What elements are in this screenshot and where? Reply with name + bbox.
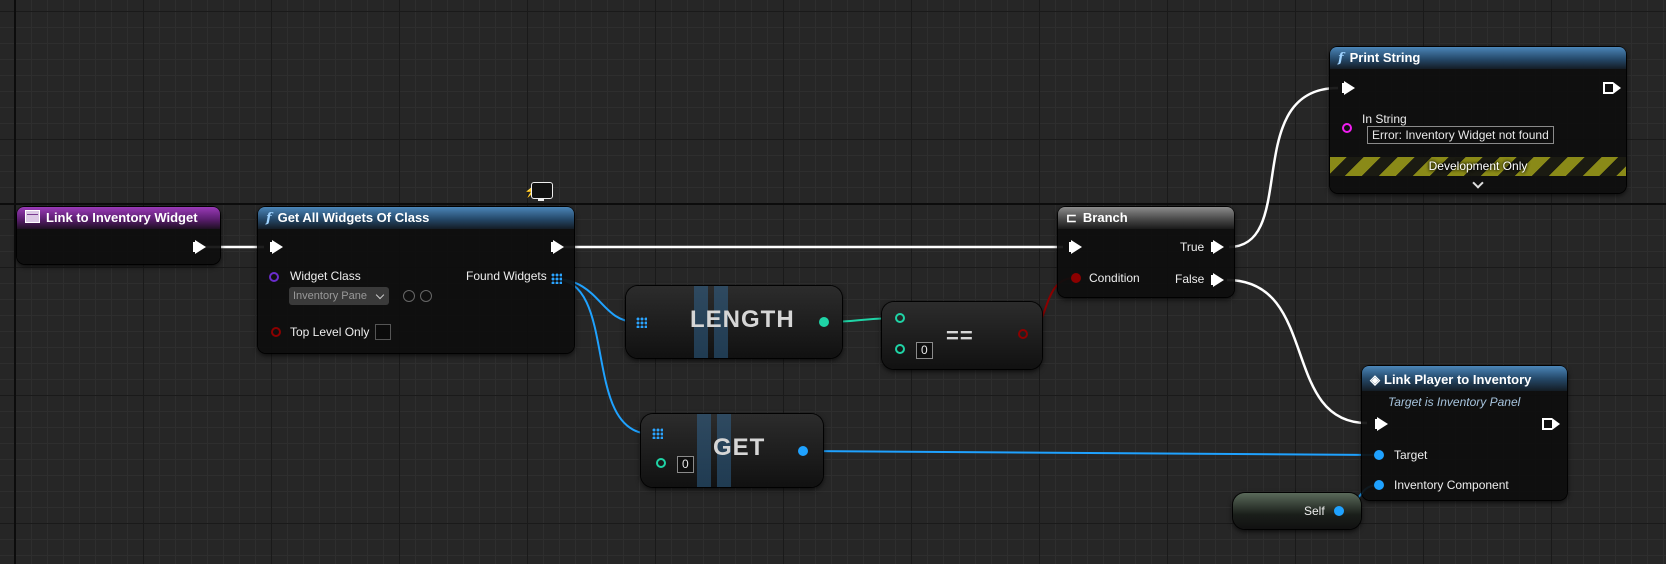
widget-class-dropdown[interactable]: Inventory Pane — [289, 287, 389, 305]
exec-wire-true-to-print — [1228, 86, 1339, 249]
get-title: GET — [713, 434, 766, 461]
function-node-subtitle: Target is Inventory Panel — [1388, 395, 1521, 409]
equals-b-pin[interactable] — [895, 344, 905, 354]
event-node-title: Link to Inventory Widget — [46, 210, 198, 225]
function-node-header: f Print String — [1330, 47, 1626, 69]
exec-out-pin[interactable] — [551, 240, 564, 254]
exec-wire-false-to-link — [1226, 278, 1368, 425]
condition-pin[interactable] — [1071, 273, 1081, 283]
condition-label: Condition — [1089, 271, 1140, 285]
branch-icon: ⊏ — [1066, 210, 1077, 225]
compact-node-length[interactable]: LENGTH — [626, 286, 842, 358]
equals-b-literal[interactable]: 0 — [916, 342, 933, 359]
widget-class-label: Widget Class — [290, 269, 361, 283]
equals-title: == — [946, 323, 974, 348]
target-pin[interactable] — [1374, 450, 1384, 460]
get-array-in-pin[interactable] — [652, 428, 663, 439]
function-node-header: f Get All Widgets Of Class — [258, 207, 574, 229]
self-node[interactable]: Self — [1233, 493, 1361, 529]
exec-out-pin[interactable] — [1542, 418, 1560, 430]
exec-in-pin[interactable] — [1375, 417, 1388, 431]
length-array-in-pin[interactable] — [636, 317, 647, 328]
found-widgets-array-pin[interactable] — [551, 273, 562, 284]
get-object-out-pin[interactable] — [798, 446, 808, 456]
true-exec-out-pin[interactable] — [1211, 240, 1224, 254]
exec-in-pin[interactable] — [270, 240, 283, 254]
top-level-only-label: Top Level Only — [290, 325, 370, 339]
function-node-title: Print String — [1349, 50, 1421, 65]
exec-out-pin[interactable] — [1603, 82, 1621, 94]
top-level-only-checkbox[interactable] — [375, 324, 391, 340]
function-node-get-all-widgets-of-class[interactable]: f Get All Widgets Of Class Widget Class I… — [258, 207, 574, 353]
in-string-input[interactable]: Error: Inventory Widget not found — [1367, 126, 1554, 144]
development-only-label: Development Only — [1428, 159, 1528, 173]
inventory-component-pin[interactable] — [1374, 480, 1384, 490]
exec-out-pin[interactable] — [193, 240, 206, 254]
event-node-link-to-inventory-widget[interactable]: Link to Inventory Widget — [17, 207, 220, 264]
use-selected-icon[interactable] — [403, 290, 415, 302]
function-node-title: Get All Widgets Of Class — [277, 210, 430, 225]
get-index-literal[interactable]: 0 — [677, 456, 694, 473]
get-index-pin[interactable] — [656, 458, 666, 468]
function-node-link-player-to-inventory[interactable]: ◈ Link Player to Inventory Target is Inve… — [1362, 366, 1567, 500]
branch-node-header: ⊏ Branch — [1058, 207, 1234, 229]
object-wire-get-to-target — [802, 450, 1379, 456]
length-int-out-pin[interactable] — [819, 317, 829, 327]
self-label: Self — [1304, 504, 1325, 518]
client-only-monitor-icon — [531, 182, 553, 201]
event-icon — [25, 210, 40, 223]
inventory-component-label: Inventory Component — [1394, 478, 1509, 492]
in-string-pin[interactable] — [1342, 123, 1352, 133]
chevron-down-icon — [375, 290, 385, 300]
widget-class-pin[interactable] — [269, 272, 279, 282]
widget-class-dropdown-value: Inventory Pane — [293, 290, 367, 302]
false-label: False — [1175, 272, 1205, 286]
equals-bool-out-pin[interactable] — [1018, 329, 1028, 339]
equals-a-pin[interactable] — [895, 313, 905, 323]
exec-in-pin[interactable] — [1069, 240, 1082, 254]
target-label: Target — [1394, 448, 1428, 462]
top-level-only-pin[interactable] — [271, 327, 281, 337]
search-icon[interactable] — [420, 290, 432, 302]
function-icon: f — [1338, 51, 1344, 66]
branch-node[interactable]: ⊏ Branch True Condition False — [1058, 207, 1234, 297]
function-node-title: Link Player to Inventory — [1384, 372, 1532, 387]
event-node-header: Link to Inventory Widget — [17, 207, 220, 229]
length-title: LENGTH — [690, 306, 795, 333]
function-icon: f — [266, 211, 272, 226]
function-node-header: ◈ Link Player to Inventory Target is Inve… — [1362, 366, 1567, 409]
exec-in-pin[interactable] — [1342, 81, 1355, 95]
branch-node-title: Branch — [1082, 210, 1128, 225]
compact-node-get[interactable]: 0 GET — [641, 414, 823, 487]
development-only-banner: Development Only — [1330, 157, 1626, 176]
message-icon: ◈ — [1370, 372, 1380, 387]
self-object-out-pin[interactable] — [1334, 506, 1344, 516]
compact-node-equals[interactable]: 0 == — [882, 302, 1042, 369]
in-string-label: In String — [1362, 112, 1407, 126]
false-exec-out-pin[interactable] — [1211, 273, 1224, 287]
found-widgets-label: Found Widgets — [466, 269, 547, 283]
true-label: True — [1180, 240, 1205, 254]
